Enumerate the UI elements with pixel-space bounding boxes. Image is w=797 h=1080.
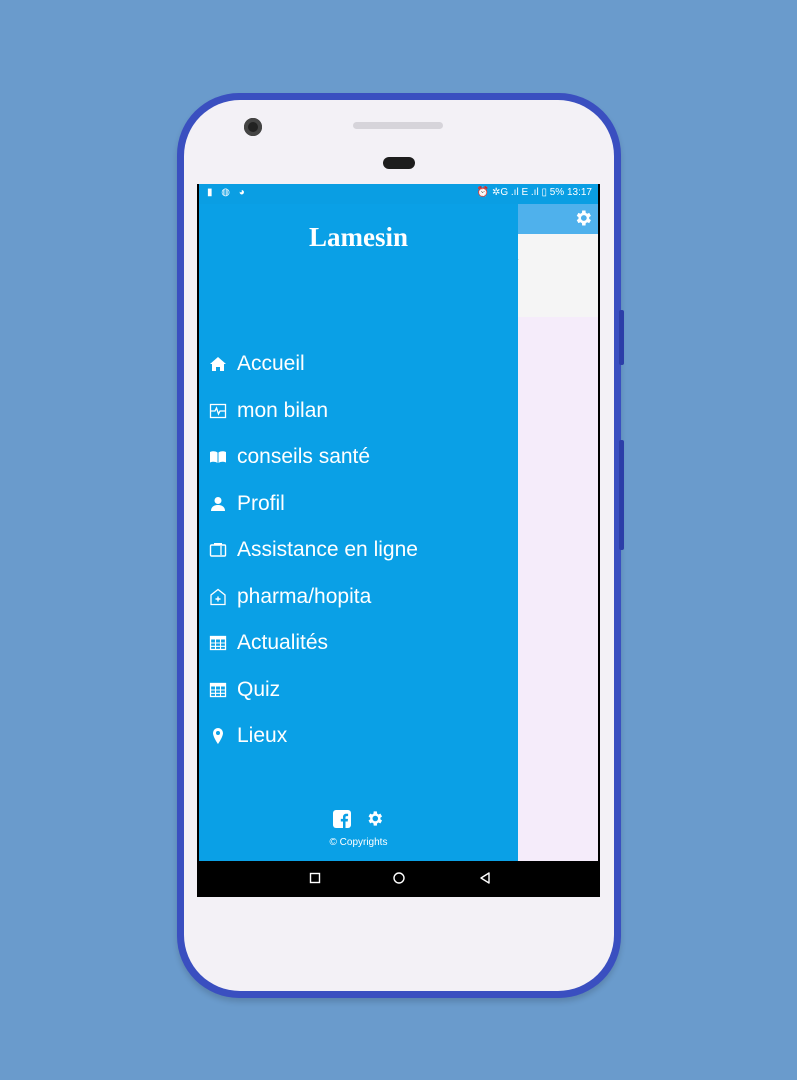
status-left-icons: ▮ ◍ ◕ xyxy=(207,187,248,198)
location-pin-icon xyxy=(208,726,228,746)
volume-button xyxy=(619,440,624,550)
menu-item-label: pharma/hopita xyxy=(237,584,372,608)
back-button[interactable] xyxy=(476,869,494,887)
earpiece-speaker xyxy=(353,122,443,129)
recents-button[interactable] xyxy=(306,869,324,887)
power-button xyxy=(619,310,624,365)
status-bar: ▮ ◍ ◕ ⏰ ✲G .ıl E .ıl ▯ 5% 13:17 xyxy=(199,184,598,204)
phone-device-icon xyxy=(208,540,228,560)
copyright-text: © Copyrights xyxy=(329,837,388,848)
status-right-info: ⏰ ✲G .ıl E .ıl ▯ 5% 13:17 xyxy=(476,187,592,198)
menu-item-accueil[interactable]: Accueil xyxy=(199,341,518,388)
book-icon xyxy=(208,447,228,467)
menu-item-label: conseils santé xyxy=(237,445,371,469)
drawer-menu: Accueil mon bilan conseils santé Profil xyxy=(199,341,518,760)
gear-icon[interactable] xyxy=(573,208,593,228)
menu-item-pharma-hopital[interactable]: pharma/hopita xyxy=(199,574,518,621)
gear-icon[interactable] xyxy=(365,809,384,833)
menu-item-label: Profil xyxy=(237,491,285,515)
drawer-footer: © Copyrights xyxy=(199,809,518,848)
hospital-icon xyxy=(208,587,228,607)
menu-item-label: Assistance en ligne xyxy=(237,538,418,562)
menu-item-actualites[interactable]: Actualités xyxy=(199,620,518,667)
footer-icons xyxy=(199,809,518,833)
menu-item-assistance[interactable]: Assistance en ligne xyxy=(199,527,518,574)
grid-icon xyxy=(208,680,228,700)
drawer-title: Lamesin xyxy=(308,222,408,252)
menu-item-label: Accueil xyxy=(237,352,305,376)
heartbeat-icon xyxy=(208,401,228,421)
menu-item-label: Quiz xyxy=(237,677,281,701)
menu-item-lieux[interactable]: Lieux xyxy=(199,713,518,760)
user-icon xyxy=(208,494,228,514)
proximity-sensor xyxy=(383,157,415,169)
navigation-drawer: Lamesin Accueil mon bilan conseils santé xyxy=(199,204,518,861)
menu-item-label: Lieux xyxy=(237,724,288,748)
menu-item-conseils-sante[interactable]: conseils santé xyxy=(199,434,518,481)
table-icon xyxy=(208,633,228,653)
menu-item-label: Actualités xyxy=(237,631,329,655)
menu-item-profil[interactable]: Profil xyxy=(199,481,518,528)
home-button[interactable] xyxy=(390,869,408,887)
menu-item-mon-bilan[interactable]: mon bilan xyxy=(199,388,518,435)
facebook-icon[interactable] xyxy=(333,809,351,833)
menu-item-quiz[interactable]: Quiz xyxy=(199,667,518,714)
front-camera xyxy=(244,118,262,136)
screen: ▮ ◍ ◕ ⏰ ✲G .ıl E .ıl ▯ 5% 13:17 ı Lamesi… xyxy=(197,184,600,897)
android-nav-bar xyxy=(199,861,598,895)
menu-item-label: mon bilan xyxy=(237,398,329,422)
home-icon xyxy=(208,354,228,374)
